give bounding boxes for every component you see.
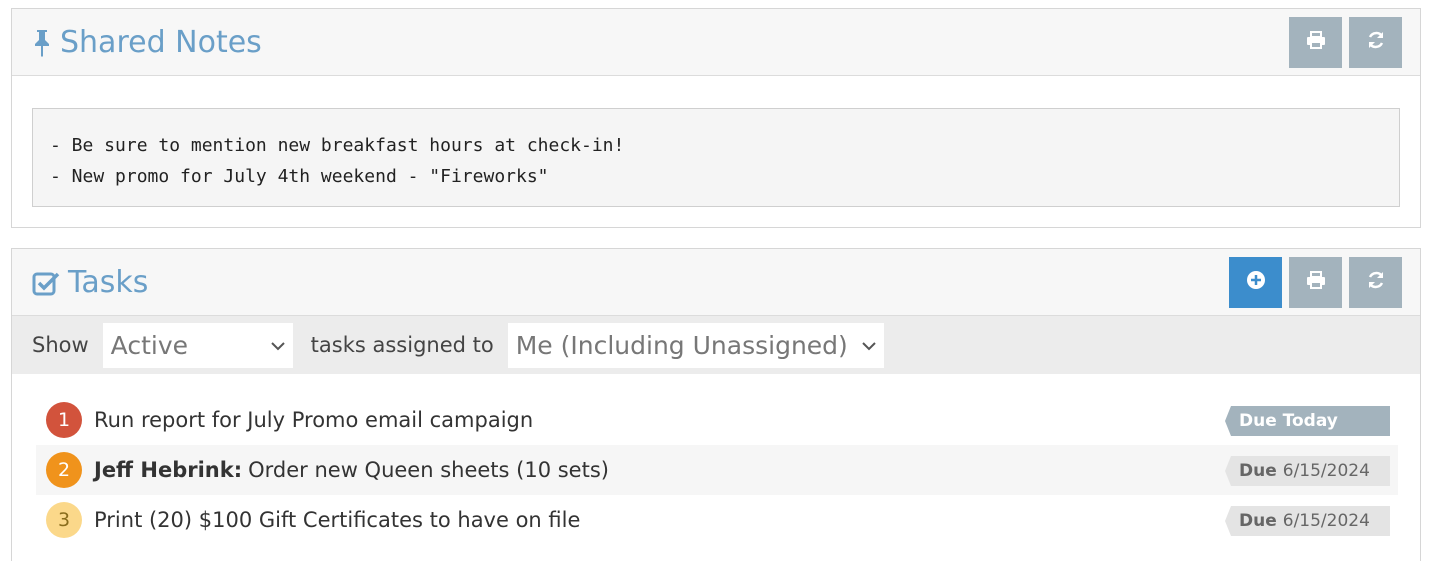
due-label: Due — [1239, 511, 1277, 531]
checkbox-icon — [32, 270, 60, 296]
task-text: Order new Queen sheets (10 sets) — [248, 458, 609, 482]
due-badge: Due Today — [1225, 406, 1390, 436]
shared-notes-title-text: Shared Notes — [60, 25, 262, 60]
print-icon — [1306, 271, 1326, 294]
task-row[interactable]: 3 Print (20) $100 Gift Certificates to h… — [36, 495, 1398, 545]
due-label: Due Today — [1239, 411, 1338, 431]
shared-notes-title: Shared Notes — [32, 9, 262, 76]
shared-notes-content[interactable]: - Be sure to mention new breakfast hours… — [32, 108, 1400, 207]
shared-notes-header: Shared Notes — [12, 9, 1420, 76]
note-line: - Be sure to mention new breakfast hours… — [50, 135, 625, 156]
task-row[interactable]: 1 Run report for July Promo email campai… — [36, 395, 1398, 445]
add-task-button[interactable] — [1229, 257, 1282, 308]
due-date: 6/15/2024 — [1282, 511, 1370, 531]
due-label: Due — [1239, 461, 1277, 481]
task-list: 1 Run report for July Promo email campai… — [36, 395, 1398, 545]
tasks-header: Tasks — [12, 249, 1420, 316]
notes-print-button[interactable] — [1289, 17, 1342, 68]
task-text: Run report for July Promo email campaign — [94, 408, 534, 432]
assignee-select-value: Me (Including Unassigned) — [515, 330, 848, 360]
assigned-to-label: tasks assigned to — [310, 333, 494, 357]
assignee-select[interactable]: Me (Including Unassigned) — [507, 322, 884, 368]
print-icon — [1306, 31, 1326, 54]
refresh-icon — [1366, 270, 1386, 295]
due-badge: Due 6/15/2024 — [1225, 456, 1390, 486]
tasks-panel: Tasks Show Active tasks assigned to Me (… — [11, 248, 1421, 561]
priority-badge: 2 — [46, 452, 82, 488]
task-filter-bar: Show Active tasks assigned to Me (Includ… — [12, 316, 1420, 374]
show-label: Show — [32, 333, 89, 357]
refresh-icon — [1366, 30, 1386, 55]
tasks-print-button[interactable] — [1289, 257, 1342, 308]
due-badge: Due 6/15/2024 — [1225, 506, 1390, 536]
priority-badge: 3 — [46, 502, 82, 538]
chevron-down-icon — [862, 336, 876, 355]
chevron-down-icon — [270, 336, 285, 355]
shared-notes-panel: Shared Notes - Be sure to mention new br… — [11, 8, 1421, 228]
task-row[interactable]: 2 Jeff Hebrink: Order new Queen sheets (… — [36, 445, 1398, 495]
pushpin-icon — [32, 29, 52, 57]
priority-badge: 1 — [46, 402, 82, 438]
tasks-refresh-button[interactable] — [1349, 257, 1402, 308]
notes-refresh-button[interactable] — [1349, 17, 1402, 68]
status-select-value: Active — [110, 330, 189, 360]
due-date: 6/15/2024 — [1282, 461, 1370, 481]
plus-circle-icon — [1246, 270, 1266, 295]
status-select[interactable]: Active — [102, 322, 293, 368]
tasks-title-text: Tasks — [68, 265, 149, 300]
tasks-title: Tasks — [32, 249, 148, 316]
task-text: Print (20) $100 Gift Certificates to hav… — [94, 508, 581, 532]
note-line: - New promo for July 4th weekend - "Fire… — [50, 166, 549, 187]
task-assignee: Jeff Hebrink: — [94, 458, 243, 482]
